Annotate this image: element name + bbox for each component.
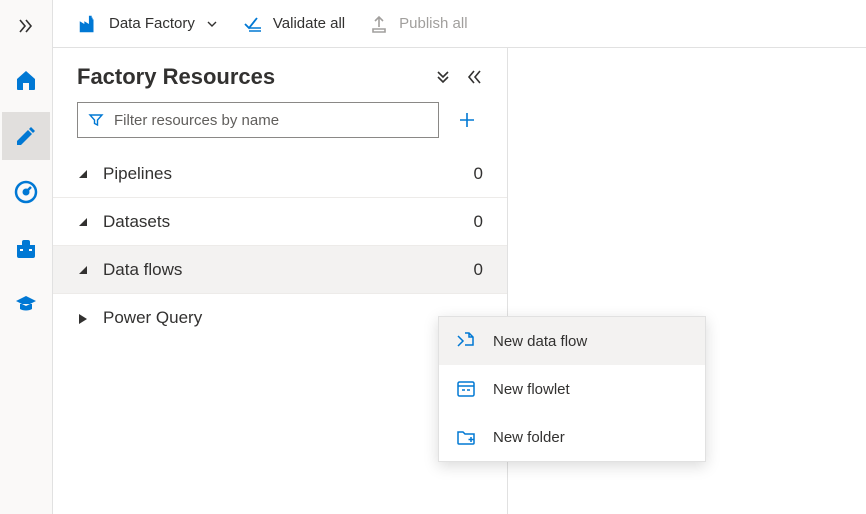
- expand-icon: [77, 312, 89, 324]
- nav-author[interactable]: [2, 112, 50, 160]
- ctx-new-folder[interactable]: New folder: [439, 413, 705, 461]
- publish-label: Publish all: [399, 15, 467, 32]
- double-chevron-right-icon: [18, 18, 34, 34]
- resource-count: 0: [474, 164, 483, 184]
- ctx-label: New data flow: [493, 333, 587, 350]
- nav-monitor[interactable]: [2, 168, 50, 216]
- graduation-cap-icon: [14, 292, 38, 316]
- filter-input-box[interactable]: [77, 102, 439, 138]
- toolbox-icon: [14, 236, 38, 260]
- filter-input[interactable]: [114, 112, 428, 129]
- new-folder-icon: [455, 426, 477, 448]
- resource-label: Power Query: [103, 308, 483, 328]
- resource-label: Pipelines: [103, 164, 474, 184]
- flowlet-icon: [455, 378, 477, 400]
- double-chevron-down-icon: [435, 69, 451, 85]
- resource-label: Datasets: [103, 212, 474, 232]
- collapse-panel-button[interactable]: [467, 69, 483, 85]
- ctx-new-flowlet[interactable]: New flowlet: [439, 365, 705, 413]
- resource-group-pipelines[interactable]: Pipelines 0: [53, 150, 507, 198]
- expand-icon: [77, 216, 89, 228]
- left-nav-rail: [0, 0, 53, 514]
- ctx-new-data-flow[interactable]: New data flow: [439, 317, 705, 365]
- resource-group-data-flows[interactable]: Data flows 0: [53, 246, 507, 294]
- filter-icon: [88, 112, 104, 128]
- pencil-icon: [14, 124, 38, 148]
- filter-row: [53, 102, 507, 146]
- factory-icon: [77, 13, 99, 35]
- resource-list: Pipelines 0 Datasets 0 Data flows 0 Powe…: [53, 150, 507, 342]
- expand-icon: [77, 168, 89, 180]
- publish-icon: [369, 14, 389, 34]
- publish-all-button: Publish all: [369, 14, 467, 34]
- resource-count: 0: [474, 260, 483, 280]
- panel-header: Factory Resources: [53, 64, 507, 90]
- gauge-icon: [14, 180, 38, 204]
- validate-icon: [243, 14, 263, 34]
- expand-icon: [77, 264, 89, 276]
- service-label: Data Factory: [109, 15, 195, 32]
- plus-icon: [457, 110, 477, 130]
- nav-learn[interactable]: [2, 280, 50, 328]
- nav-home[interactable]: [2, 56, 50, 104]
- nav-manage[interactable]: [2, 224, 50, 272]
- home-icon: [14, 68, 38, 92]
- ctx-label: New folder: [493, 429, 565, 446]
- validate-all-button[interactable]: Validate all: [243, 14, 345, 34]
- resource-label: Data flows: [103, 260, 474, 280]
- add-resource-button[interactable]: [451, 104, 483, 136]
- validate-label: Validate all: [273, 15, 345, 32]
- resource-count: 0: [474, 212, 483, 232]
- ctx-label: New flowlet: [493, 381, 570, 398]
- collapse-all-button[interactable]: [435, 69, 451, 85]
- context-menu: New data flow New flowlet New folder: [438, 316, 706, 462]
- expand-nav-button[interactable]: [6, 6, 46, 46]
- panel-title: Factory Resources: [77, 64, 435, 90]
- resource-group-datasets[interactable]: Datasets 0: [53, 198, 507, 246]
- chevron-down-icon: [205, 17, 219, 31]
- service-switcher[interactable]: Data Factory: [77, 13, 219, 35]
- top-toolbar: Data Factory Validate all Publish all: [53, 0, 866, 48]
- dataflow-icon: [455, 330, 477, 352]
- double-chevron-left-icon: [467, 69, 483, 85]
